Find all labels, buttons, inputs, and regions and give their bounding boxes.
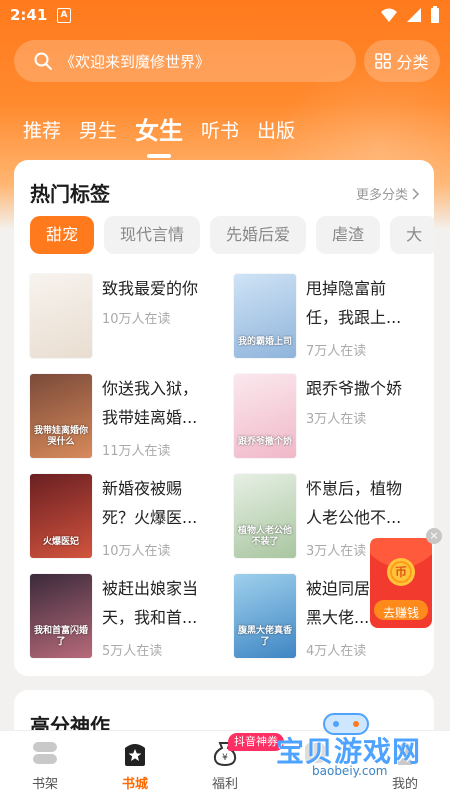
book-item[interactable]: 我带娃离婚你哭什么 你送我入狱，我带娃离婚... 11万人在读 (30, 374, 230, 460)
tab-male[interactable]: 男生 (79, 114, 117, 148)
nav-label: 福利 (211, 777, 238, 792)
close-icon[interactable]: × (426, 528, 442, 544)
search-bar[interactable]: 《欢迎来到魔修世界》 (14, 40, 356, 82)
bookstore-icon (125, 744, 145, 766)
book-readers: 11万人在读 (102, 444, 171, 459)
book-item[interactable]: 火爆医妃 新婚夜被赐死？火爆医... 10万人在读 (30, 474, 230, 560)
nav-label: 书城 (121, 777, 148, 792)
more-categories-label: 更多分类 (355, 188, 408, 203)
book-cover[interactable]: 跟乔爷撒个娇 (234, 374, 296, 458)
channel-tabs: 推荐 男生 女生 听书 出版 (23, 98, 313, 158)
cover-title-text: 跟乔爷撒个娇 (238, 437, 293, 447)
book-title: 致我最爱的你 (102, 279, 199, 298)
book-title: 甩掉隐富前任，我跟上... (306, 279, 402, 327)
book-cover[interactable] (30, 274, 92, 358)
search-placeholder: 《欢迎来到魔修世界》 (60, 52, 211, 71)
bookshelf-icon (33, 742, 57, 764)
status-bar: 2:41 A (0, 0, 450, 32)
cover-title-text: 我的霸婚上司 (238, 337, 293, 347)
svg-text:¥: ¥ (222, 753, 228, 763)
grid-icon (375, 53, 392, 69)
tag-chips: 甜宠 现代言情 先婚后爱 虐渣 大 (30, 216, 434, 254)
book-readers: 10万人在读 (102, 544, 171, 559)
tab-recommend[interactable]: 推荐 (23, 114, 61, 148)
tag-chip[interactable]: 甜宠 (30, 216, 95, 254)
cover-title-text: 植物人老公他不装了 (238, 526, 293, 547)
book-cover[interactable]: 腹黑大佬真香了 (234, 574, 296, 658)
tag-chip[interactable]: 大 (390, 216, 434, 254)
status-time: 2:41 (10, 6, 48, 24)
book-cover[interactable]: 火爆医妃 (30, 474, 92, 558)
tab-audiobook[interactable]: 听书 (201, 114, 239, 148)
book-title: 新婚夜被赐死？火爆医... (102, 479, 198, 527)
chevron-right-icon (412, 187, 420, 200)
book-item[interactable]: 我的霸婚上司 甩掉隐富前任，我跟上... 7万人在读 (234, 274, 434, 360)
tab-published[interactable]: 出版 (257, 114, 295, 148)
category-button[interactable]: 分类 (364, 40, 440, 82)
book-item[interactable]: 跟乔爷撒个娇 跟乔爷撒个娇 3万人在读 (234, 374, 434, 460)
more-categories-link[interactable]: 更多分类 (356, 184, 420, 203)
cover-title-text: 火爆医妃 (42, 537, 79, 547)
tab-female[interactable]: 女生 (135, 114, 183, 158)
signal-icon (407, 8, 421, 22)
book-readers: 10万人在读 (102, 312, 171, 327)
cover-title-text: 我和首富闪婚了 (34, 626, 89, 647)
tag-chip[interactable]: 虐渣 (316, 216, 381, 254)
cover-title-text: 我带娃离婚你哭什么 (34, 426, 89, 447)
tag-chip[interactable]: 先婚后爱 (210, 216, 307, 254)
section-title: 热门标签 (30, 182, 110, 206)
book-title: 被赶出娘家当天，我和首... (102, 579, 199, 627)
tag-chip[interactable]: 现代言情 (104, 216, 201, 254)
book-title: 跟乔爷撒个娇 (306, 379, 403, 398)
book-item[interactable]: 我和首富闪婚了 被赶出娘家当天，我和首... 5万人在读 (30, 574, 230, 660)
book-cover[interactable]: 我带娃离婚你哭什么 (30, 374, 92, 458)
earn-money-widget[interactable]: 去赚钱 币 (368, 536, 434, 630)
book-readers: 3万人在读 (306, 412, 367, 427)
battery-icon (431, 6, 439, 23)
nav-bookstore[interactable]: 书城 (100, 737, 170, 792)
book-cover[interactable]: 我和首富闪婚了 (30, 574, 92, 658)
book-title: 你送我入狱，我带娃离婚... (102, 379, 199, 427)
coin-icon: 币 (394, 565, 407, 579)
book-readers: 5万人在读 (102, 644, 163, 659)
search-icon (34, 52, 52, 70)
wifi-icon (381, 8, 397, 22)
notification-icon: A (57, 8, 71, 23)
nav-label: 书架 (31, 777, 58, 792)
book-cover[interactable]: 植物人老公他不装了 (234, 474, 296, 558)
watermark: 宝贝游戏网 baobeiy.com (276, 708, 448, 788)
book-item[interactable]: 致我最爱的你 10万人在读 (30, 274, 230, 360)
watermark-url: baobeiy.com (308, 764, 392, 778)
category-label: 分类 (396, 53, 429, 72)
cover-title-text: 腹黑大佬真香了 (238, 626, 293, 647)
nav-bookshelf[interactable]: 书架 (10, 737, 80, 792)
status-icons (380, 6, 440, 24)
book-readers: 3万人在读 (306, 544, 367, 559)
book-readers: 7万人在读 (306, 344, 367, 359)
book-cover[interactable]: 我的霸婚上司 (234, 274, 296, 358)
earn-money-label: 去赚钱 (382, 606, 419, 620)
book-readers: 4万人在读 (306, 644, 367, 659)
book-title: 怀崽后，植物人老公他不... (306, 479, 403, 527)
